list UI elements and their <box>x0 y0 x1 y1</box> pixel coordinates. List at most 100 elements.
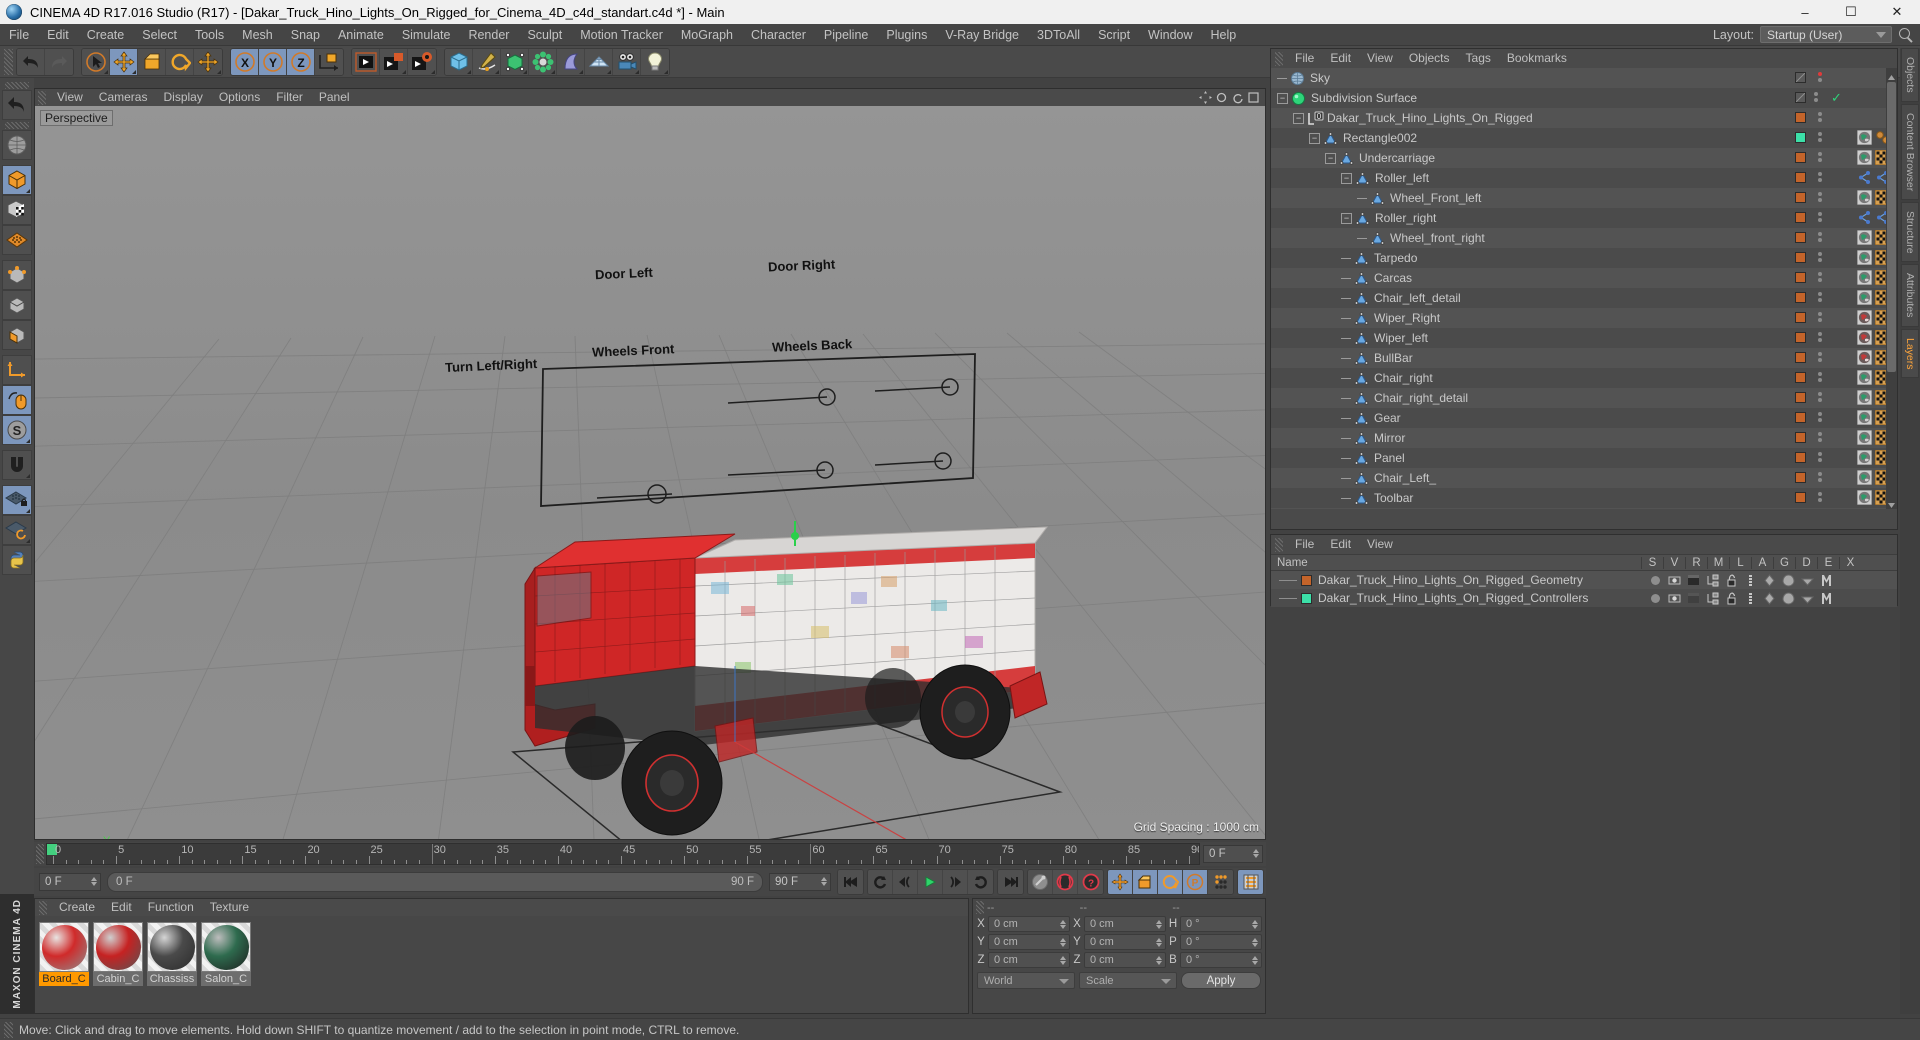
menu-item-edit[interactable]: Edit <box>38 24 78 46</box>
layer-toggle-g[interactable] <box>1763 573 1776 587</box>
spinner-icon[interactable] <box>1060 956 1066 965</box>
object-name[interactable]: Panel <box>1374 451 1405 465</box>
object-visibility-dots[interactable] <box>1818 132 1822 144</box>
spinner-icon[interactable] <box>1253 849 1259 858</box>
layer-toggle-r[interactable] <box>1687 592 1700 605</box>
object-layer-color-chip[interactable] <box>1795 132 1806 143</box>
material-label[interactable]: Salon_C <box>201 972 251 986</box>
menu-item-sculpt[interactable]: Sculpt <box>518 24 571 46</box>
spinner-icon[interactable] <box>1156 956 1162 965</box>
layer-toggle-g[interactable] <box>1763 591 1776 605</box>
render-view-button[interactable] <box>352 48 380 75</box>
material-preview[interactable] <box>201 922 251 972</box>
render-settings-button[interactable] <box>408 48 436 75</box>
add-spline-button[interactable] <box>473 48 501 75</box>
object-layer-color-chip[interactable] <box>1795 312 1806 323</box>
object-layer-color-chip[interactable] <box>1795 252 1806 263</box>
material-item[interactable]: Chassiss <box>147 922 197 986</box>
go-to-start-button[interactable] <box>838 870 863 894</box>
maximize-button[interactable]: ☐ <box>1828 0 1874 24</box>
layer-toggle-d[interactable] <box>1782 591 1795 605</box>
object-name[interactable]: Subdivision Surface <box>1311 91 1417 105</box>
menu-item-create[interactable]: Create <box>78 24 134 46</box>
magnet-button[interactable] <box>2 450 32 480</box>
menu-item-character[interactable]: Character <box>742 24 815 46</box>
search-icon[interactable] <box>1898 27 1914 43</box>
add-generator-button[interactable] <box>501 48 529 75</box>
object-tree-scrollbar[interactable] <box>1886 68 1897 509</box>
object-layer-color-chip[interactable] <box>1795 92 1806 103</box>
material-item[interactable]: Cabin_C <box>93 922 143 986</box>
menu-item-snap[interactable]: Snap <box>282 24 329 46</box>
play-button[interactable] <box>918 870 943 894</box>
menu-item-v-ray-bridge[interactable]: V-Ray Bridge <box>936 24 1028 46</box>
object-name[interactable]: Wiper_left <box>1374 331 1428 345</box>
object-visibility-dots[interactable] <box>1818 112 1822 124</box>
object-name[interactable]: Wheel_front_right <box>1390 231 1485 245</box>
layer-column-l[interactable]: L <box>1729 556 1751 569</box>
rotate-tool-button[interactable] <box>166 48 194 75</box>
object-menu-bookmarks[interactable]: Bookmarks <box>1499 49 1575 68</box>
undo-left-button[interactable] <box>2 90 32 120</box>
object-row[interactable]: Chair_Left_ <box>1271 468 1897 488</box>
viewport-canvas[interactable]: Perspective Grid Spacing : 1000 cm Door … <box>35 106 1265 839</box>
layer-column-d[interactable]: D <box>1795 556 1817 569</box>
coord-input-size-y[interactable]: 0 cm <box>1084 934 1166 950</box>
spinner-icon[interactable] <box>1252 956 1258 965</box>
object-visibility-dots[interactable] <box>1818 72 1822 84</box>
tree-expander-icon[interactable]: − <box>1293 112 1304 124</box>
object-visibility-dots[interactable] <box>1818 212 1822 224</box>
object-layer-color-chip[interactable] <box>1795 212 1806 223</box>
object-row[interactable]: Gear <box>1271 408 1897 428</box>
grid-rotate-button[interactable] <box>2 515 32 545</box>
layer-column-r[interactable]: R <box>1685 556 1707 569</box>
scale-tool-button[interactable] <box>138 48 166 75</box>
object-name[interactable]: Roller_left <box>1375 171 1429 185</box>
object-name[interactable]: Wheel_Front_left <box>1390 191 1481 205</box>
layer-toggle-d[interactable] <box>1782 573 1795 587</box>
object-tag-mat-icon[interactable] <box>1856 469 1873 486</box>
viewport-nav-icons[interactable] <box>1199 91 1260 104</box>
object-tag-mat-icon[interactable] <box>1856 489 1873 506</box>
tree-expander-icon[interactable]: − <box>1309 132 1320 144</box>
spinner-icon[interactable] <box>1252 920 1258 929</box>
object-layer-color-chip[interactable] <box>1795 292 1806 303</box>
go-to-end-button[interactable] <box>998 870 1023 894</box>
object-enabled-check-icon[interactable]: ✓ <box>1831 91 1842 104</box>
add-mograph-button[interactable] <box>529 48 557 75</box>
object-visibility-dots[interactable] <box>1818 372 1822 384</box>
mouse-tool-button[interactable] <box>2 385 32 415</box>
layer-column-e[interactable]: E <box>1817 556 1839 569</box>
coordinate-space-select[interactable]: World <box>977 972 1075 989</box>
layer-row[interactable]: Dakar_Truck_Hino_Lights_On_Rigged_Geomet… <box>1271 571 1897 589</box>
object-tag-mat-icon[interactable] <box>1856 389 1873 406</box>
key-rotation-button[interactable] <box>1158 870 1183 894</box>
record-keyframe-button[interactable] <box>1053 870 1078 894</box>
layer-toggle-m[interactable] <box>1706 574 1719 587</box>
object-layer-color-chip[interactable] <box>1795 492 1806 503</box>
material-label[interactable]: Board_C <box>39 972 89 986</box>
spinner-icon[interactable] <box>1156 938 1162 947</box>
menu-item-3dtoall[interactable]: 3DToAll <box>1028 24 1089 46</box>
menu-item-select[interactable]: Select <box>133 24 186 46</box>
viewport-zoom-icon[interactable] <box>1215 91 1228 104</box>
coordinate-grip[interactable] <box>976 901 984 914</box>
undo-button[interactable] <box>17 48 45 75</box>
spinner-icon-3[interactable] <box>821 877 827 886</box>
menu-item-help[interactable]: Help <box>1202 24 1246 46</box>
object-layer-color-chip[interactable] <box>1795 172 1806 183</box>
viewport-menu-panel[interactable]: Panel <box>311 89 358 106</box>
menu-item-mograph[interactable]: MoGraph <box>672 24 742 46</box>
viewport-rotate-icon[interactable] <box>1231 91 1244 104</box>
move-duplicate-button[interactable] <box>194 48 222 75</box>
redo-button[interactable] <box>45 48 73 75</box>
right-tab-structure[interactable]: Structure <box>1901 201 1919 263</box>
object-menu-view[interactable]: View <box>1359 49 1401 68</box>
object-visibility-dots[interactable] <box>1814 92 1818 104</box>
object-axis-button[interactable] <box>2 355 32 385</box>
object-row[interactable]: BullBar <box>1271 348 1897 368</box>
object-tag-mat-icon[interactable] <box>1856 229 1873 246</box>
coord-input-position-y[interactable]: 0 cm <box>988 934 1070 950</box>
key-position-button[interactable] <box>1108 870 1133 894</box>
object-tag-matr-icon[interactable] <box>1856 349 1873 366</box>
